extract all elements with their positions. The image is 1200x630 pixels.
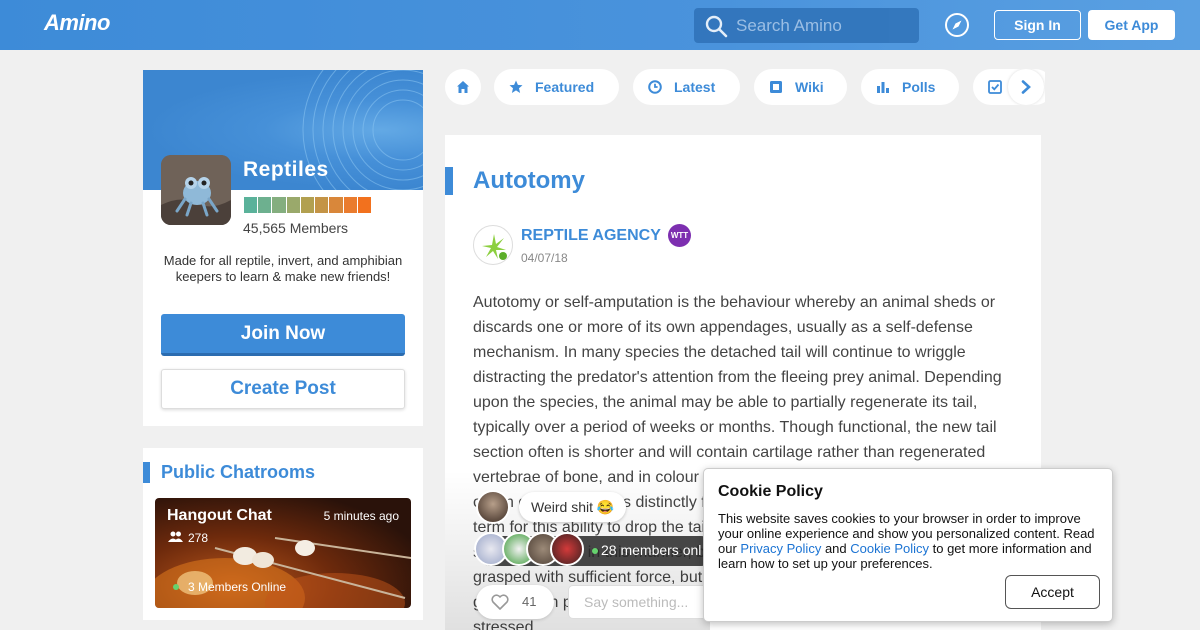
privacy-policy-link[interactable]: Privacy Policy [740,541,821,556]
cookie-policy-link[interactable]: Cookie Policy [850,541,929,556]
star-icon [509,80,523,93]
cookie-title: Cookie Policy [718,483,823,500]
checklist-icon [988,80,1002,94]
cookie-policy-dialog: Cookie Policy This website saves cookies… [703,468,1113,622]
chat-message-bubble[interactable]: Weird shit 😂 [519,492,627,522]
nav-next-button[interactable] [1008,69,1044,105]
chat-message-input[interactable] [568,585,718,619]
home-icon [457,81,469,93]
members-icon [168,531,183,542]
online-dot [592,548,598,554]
section-accent-bar [143,462,150,483]
community-description: Made for all reptile, invert, and amphib… [163,253,403,284]
community-icon[interactable] [161,155,231,225]
top-header: Amino Sign In Get App [0,0,1200,50]
chatroom-member-count: 278 [188,531,209,545]
like-count: 41 [522,594,537,609]
chatroom-name: Hangout Chat [167,507,272,524]
level-segment [244,197,258,213]
tab-polls[interactable]: Polls [861,69,959,105]
level-segment [286,197,300,213]
community-name[interactable]: Reptiles [243,158,329,182]
category-nav: Featured Latest Wiki Polls [445,69,1045,105]
tab-label: Latest [674,79,716,95]
heart-icon [491,594,509,610]
level-segment [343,197,357,213]
level-segment [329,197,343,213]
online-member-avatar [550,532,584,566]
compass-icon[interactable] [944,12,970,38]
post-date: 04/07/18 [521,251,568,265]
member-count: 45,565 Members [243,220,349,236]
author-title-badge: WTT [668,224,691,247]
create-post-button[interactable]: Create Post [161,369,405,409]
poll-icon [877,82,889,93]
tab-latest[interactable]: Latest [633,69,740,105]
level-segment [258,197,272,213]
chatroom-tile[interactable]: Hangout Chat 5 minutes ago 278 3 Members… [155,498,411,608]
post-accent-bar [445,167,453,195]
clock-icon [648,80,662,94]
chatrooms-title: Public Chatrooms [161,462,316,482]
search-icon[interactable] [704,14,728,38]
frog-icon [161,155,231,225]
like-button[interactable]: 41 [476,585,554,619]
accept-cookies-button[interactable]: Accept [1005,575,1100,609]
online-members-text: 28 members onl [601,542,702,558]
tab-featured[interactable]: Featured [494,69,619,105]
home-tab[interactable] [445,69,481,105]
search-input[interactable] [736,8,911,43]
chat-message-avatar[interactable] [476,490,510,524]
level-segment [315,197,329,213]
level-segment [300,197,315,213]
online-dot [173,584,179,590]
get-app-button[interactable]: Get App [1088,10,1175,40]
sign-in-button[interactable]: Sign In [994,10,1081,40]
join-now-button[interactable]: Join Now [161,314,405,356]
cookie-text: This website saves cookies to your brows… [718,511,1103,571]
author-avatar[interactable] [473,225,513,265]
level-segment [272,197,286,213]
wiki-icon [770,81,782,93]
author-name[interactable]: REPTILE AGENCY [521,227,661,245]
agency-logo-icon [482,234,507,260]
level-segment [357,197,371,213]
post-title: Autotomy [473,167,585,194]
tab-wiki[interactable]: Wiki [754,69,847,105]
amino-logo[interactable]: Amino [44,10,110,36]
search-bar[interactable] [694,8,919,43]
community-level-bar [244,197,372,213]
cookie-text-part: and [821,541,851,556]
chevron-right-icon [1021,80,1031,94]
community-card: Reptiles 45,565 Members Made for all rep… [143,70,423,426]
tab-label: Wiki [795,79,824,95]
chatroom-last-active: 5 minutes ago [323,509,399,523]
chatroom-online-count: 3 Members Online [188,580,287,594]
tab-label: Polls [902,79,936,95]
tab-label: Featured [535,79,595,95]
public-chatrooms-card: Public Chatrooms Hangout Chat 5 minutes … [143,448,423,620]
